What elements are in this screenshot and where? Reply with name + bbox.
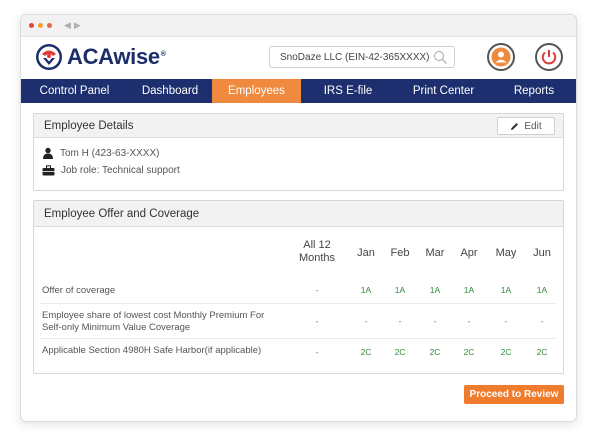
cell-offer-jan: 1A: [360, 285, 372, 295]
cell-offer-jun: 1A: [536, 285, 548, 295]
employee-name: Tom H (423-63-XXXX): [60, 147, 160, 159]
pencil-icon: [511, 122, 519, 130]
acawise-logo-icon: [36, 44, 62, 70]
row-divider: [40, 303, 557, 304]
col-feb: Feb: [390, 247, 410, 259]
user-profile-button[interactable]: [487, 43, 515, 71]
company-selector[interactable]: SnoDaze LLC (EIN-42-365XXXX): [269, 46, 455, 68]
cell-harbor-may: 2C: [500, 347, 512, 357]
cell-offer-feb: 1A: [394, 285, 406, 295]
row-label-safe-harbor: Applicable Section 4980H Safe Harbor(if …: [42, 345, 262, 356]
user-icon: [491, 47, 511, 67]
forward-arrow-icon[interactable]: ▶: [74, 20, 81, 31]
employee-name-row: Tom H (423-63-XXXX): [34, 147, 563, 159]
cell-harbor-apr: 2C: [463, 347, 475, 357]
nav-employees[interactable]: Employees: [212, 79, 301, 103]
job-role-row: Job role: Technical support: [34, 165, 563, 176]
cell-share-jun: -: [540, 316, 544, 326]
cell-offer-mar: 1A: [429, 285, 441, 295]
minimize-window-dot[interactable]: [38, 23, 43, 28]
main-nav: Control Panel Dashboard Employees IRS E-…: [21, 79, 576, 103]
row-label-employee-share: Employee share of lowest cost Monthly Pr…: [42, 310, 265, 333]
offer-coverage-title: Employee Offer and Coverage: [44, 207, 200, 220]
nav-control-panel[interactable]: Control Panel: [21, 79, 128, 103]
employee-details-header: Employee Details Edit: [34, 114, 563, 138]
back-arrow-icon[interactable]: ◀: [64, 20, 71, 31]
cell-harbor-mar: 2C: [429, 347, 441, 357]
app-window: ◀ ▶ ACAwise® SnoDaze LLC (EIN-42-365XXXX…: [20, 14, 577, 422]
nav-reports[interactable]: Reports: [492, 79, 576, 103]
col-may: May: [495, 247, 517, 259]
nav-irs-efile[interactable]: IRS E-file: [301, 79, 395, 103]
main-content: Employee Details Edit Tom H (423-63-XXXX…: [21, 103, 576, 374]
cell-share-mar: -: [433, 316, 437, 326]
col-all-12-months: All 12 Months: [298, 239, 336, 264]
cell-share-apr: -: [467, 316, 471, 326]
proceed-to-review-button[interactable]: Proceed to Review: [464, 385, 564, 404]
cell-harbor-jun: 2C: [536, 347, 548, 357]
cell-harbor-all: -: [315, 347, 319, 357]
employee-details-title: Employee Details: [44, 119, 134, 132]
cell-harbor-jan: 2C: [360, 347, 372, 357]
cell-harbor-feb: 2C: [394, 347, 406, 357]
edit-button-label: Edit: [524, 120, 542, 132]
cell-share-feb: -: [398, 316, 402, 326]
col-jan: Jan: [357, 247, 375, 259]
company-selector-label: SnoDaze LLC (EIN-42-365XXXX): [280, 51, 430, 63]
cell-share-jan: -: [364, 316, 368, 326]
search-icon[interactable]: [433, 50, 448, 65]
maximize-window-dot[interactable]: [47, 23, 52, 28]
col-apr: Apr: [460, 247, 478, 259]
edit-button[interactable]: Edit: [497, 117, 555, 135]
col-jun: Jun: [533, 247, 551, 259]
cell-offer-all: -: [315, 285, 319, 295]
close-window-dot[interactable]: [29, 23, 34, 28]
cell-share-may: -: [504, 316, 508, 326]
briefcase-icon: [42, 165, 55, 176]
browser-chrome: ◀ ▶: [21, 15, 576, 37]
cell-offer-may: 1A: [500, 285, 512, 295]
browser-nav-arrows: ◀ ▶: [64, 20, 81, 31]
cell-offer-apr: 1A: [463, 285, 475, 295]
row-divider: [40, 338, 557, 339]
person-icon: [43, 147, 53, 159]
app-header: ACAwise® SnoDaze LLC (EIN-42-365XXXX): [21, 37, 576, 79]
col-mar: Mar: [425, 247, 445, 259]
offer-coverage-panel: Employee Offer and Coverage All 12 Month…: [33, 200, 564, 374]
coverage-table: All 12 Months Jan Feb Mar Apr May Jun Of…: [34, 227, 563, 357]
employee-details-panel: Employee Details Edit Tom H (423-63-XXXX…: [33, 113, 564, 191]
job-role: Job role: Technical support: [61, 165, 180, 176]
brand-logo[interactable]: ACAwise®: [35, 43, 166, 71]
nav-dashboard[interactable]: Dashboard: [128, 79, 212, 103]
brand-name: ACAwise®: [67, 44, 166, 69]
power-icon: [541, 50, 557, 65]
nav-print-center[interactable]: Print Center: [395, 79, 492, 103]
logout-button[interactable]: [535, 43, 563, 71]
row-label-offer: Offer of coverage: [42, 285, 116, 296]
offer-coverage-header: Employee Offer and Coverage: [34, 201, 563, 227]
cell-share-all: -: [315, 316, 319, 326]
